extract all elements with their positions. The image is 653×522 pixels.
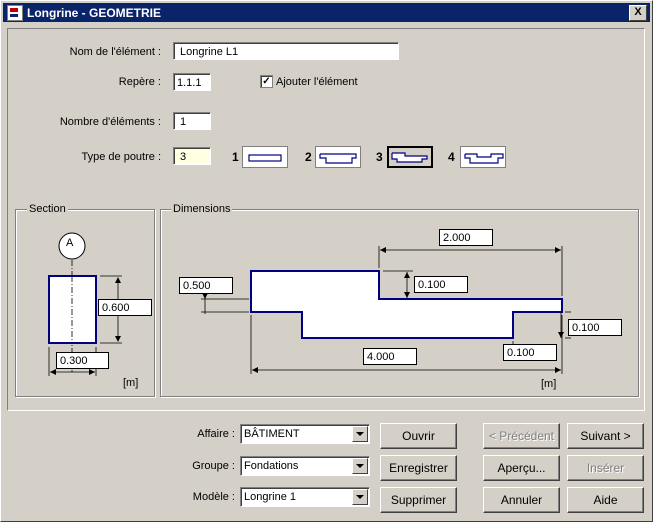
modele-label: Modèle : bbox=[192, 491, 235, 503]
repere-input[interactable]: 1.1.1 bbox=[173, 73, 211, 91]
dim-left-depth-value[interactable]: 0.500 bbox=[179, 277, 233, 294]
beam-type-number-4: 4 bbox=[448, 150, 455, 164]
beam-type-label: Type de poutre : bbox=[81, 151, 162, 163]
preview-button[interactable]: Aperçu... bbox=[483, 455, 560, 481]
chevron-down-icon[interactable] bbox=[352, 489, 368, 505]
beam-stepped-section-icon bbox=[391, 152, 428, 163]
modele-select-value: Longrine 1 bbox=[244, 491, 296, 503]
dialog-window: Longrine - GEOMETRIE X Nom de l'élément … bbox=[0, 0, 653, 522]
beam-type-input[interactable]: 3 bbox=[173, 147, 211, 165]
delete-button[interactable]: Supprimer bbox=[380, 487, 457, 513]
dim-step-top-value[interactable]: 0.100 bbox=[414, 276, 468, 293]
title-bar: Longrine - GEOMETRIE X bbox=[3, 3, 650, 22]
element-name-input[interactable]: Longrine L1 bbox=[173, 42, 399, 60]
beam-t-section-icon bbox=[319, 153, 357, 164]
app-icon bbox=[7, 5, 23, 21]
element-name-label: Nom de l'élément : bbox=[69, 46, 161, 58]
add-element-label: Ajouter l'élément bbox=[276, 76, 358, 88]
groupe-label: Groupe : bbox=[192, 460, 235, 472]
cancel-button[interactable]: Annuler bbox=[483, 487, 560, 513]
repere-label: Repère : bbox=[118, 76, 161, 88]
section-unit-label: [m] bbox=[123, 377, 139, 389]
dim-total-length-value[interactable]: 4.000 bbox=[363, 348, 417, 365]
modele-select[interactable]: Longrine 1 bbox=[240, 487, 370, 507]
beam-type-number-3: 3 bbox=[376, 150, 383, 164]
section-height-value[interactable]: 0.600 bbox=[98, 299, 152, 316]
chevron-down-icon[interactable] bbox=[352, 458, 368, 474]
element-count-label: Nombre d'éléments : bbox=[59, 116, 161, 128]
element-count-input[interactable]: 1 bbox=[173, 112, 211, 130]
beam-type-number-1: 1 bbox=[232, 150, 239, 164]
beam-type-number-2: 2 bbox=[305, 150, 312, 164]
affaire-select-value: BÂTIMENT bbox=[244, 428, 300, 440]
window-title: Longrine - GEOMETRIE bbox=[27, 6, 161, 20]
chevron-down-icon[interactable] bbox=[352, 426, 368, 442]
dim-top-width-value[interactable]: 2.000 bbox=[439, 229, 493, 246]
affaire-select[interactable]: BÂTIMENT bbox=[240, 424, 370, 444]
previous-button[interactable]: < Précédent bbox=[483, 423, 560, 449]
beam-type-4-button[interactable] bbox=[460, 146, 506, 168]
groupe-select-value: Fondations bbox=[244, 460, 299, 472]
next-button[interactable]: Suivant > bbox=[567, 423, 644, 449]
beam-type-1-button[interactable] bbox=[242, 146, 288, 168]
groupe-select[interactable]: Fondations bbox=[240, 456, 370, 476]
dim-bottom-step-value[interactable]: 0.100 bbox=[503, 344, 557, 361]
section-width-value[interactable]: 0.300 bbox=[56, 352, 109, 369]
help-button[interactable]: Aide bbox=[567, 487, 644, 513]
beam-rectangle-icon bbox=[248, 154, 282, 162]
section-axis-label: A bbox=[66, 237, 74, 249]
beam-type-2-button[interactable] bbox=[315, 146, 361, 168]
dimensions-drawing bbox=[201, 246, 571, 374]
save-button[interactable]: Enregistrer bbox=[380, 455, 457, 481]
close-button[interactable]: X bbox=[629, 5, 647, 21]
beam-type-3-button[interactable] bbox=[387, 146, 433, 168]
open-button[interactable]: Ouvrir bbox=[380, 423, 457, 449]
dim-right-depth-value[interactable]: 0.100 bbox=[568, 319, 622, 336]
insert-button[interactable]: Insérer bbox=[567, 455, 644, 481]
add-element-checkbox[interactable]: ✓ bbox=[260, 75, 273, 88]
affaire-label: Affaire : bbox=[197, 428, 235, 440]
dimensions-unit-label: [m] bbox=[541, 378, 557, 390]
beam-notched-section-icon bbox=[464, 153, 504, 164]
